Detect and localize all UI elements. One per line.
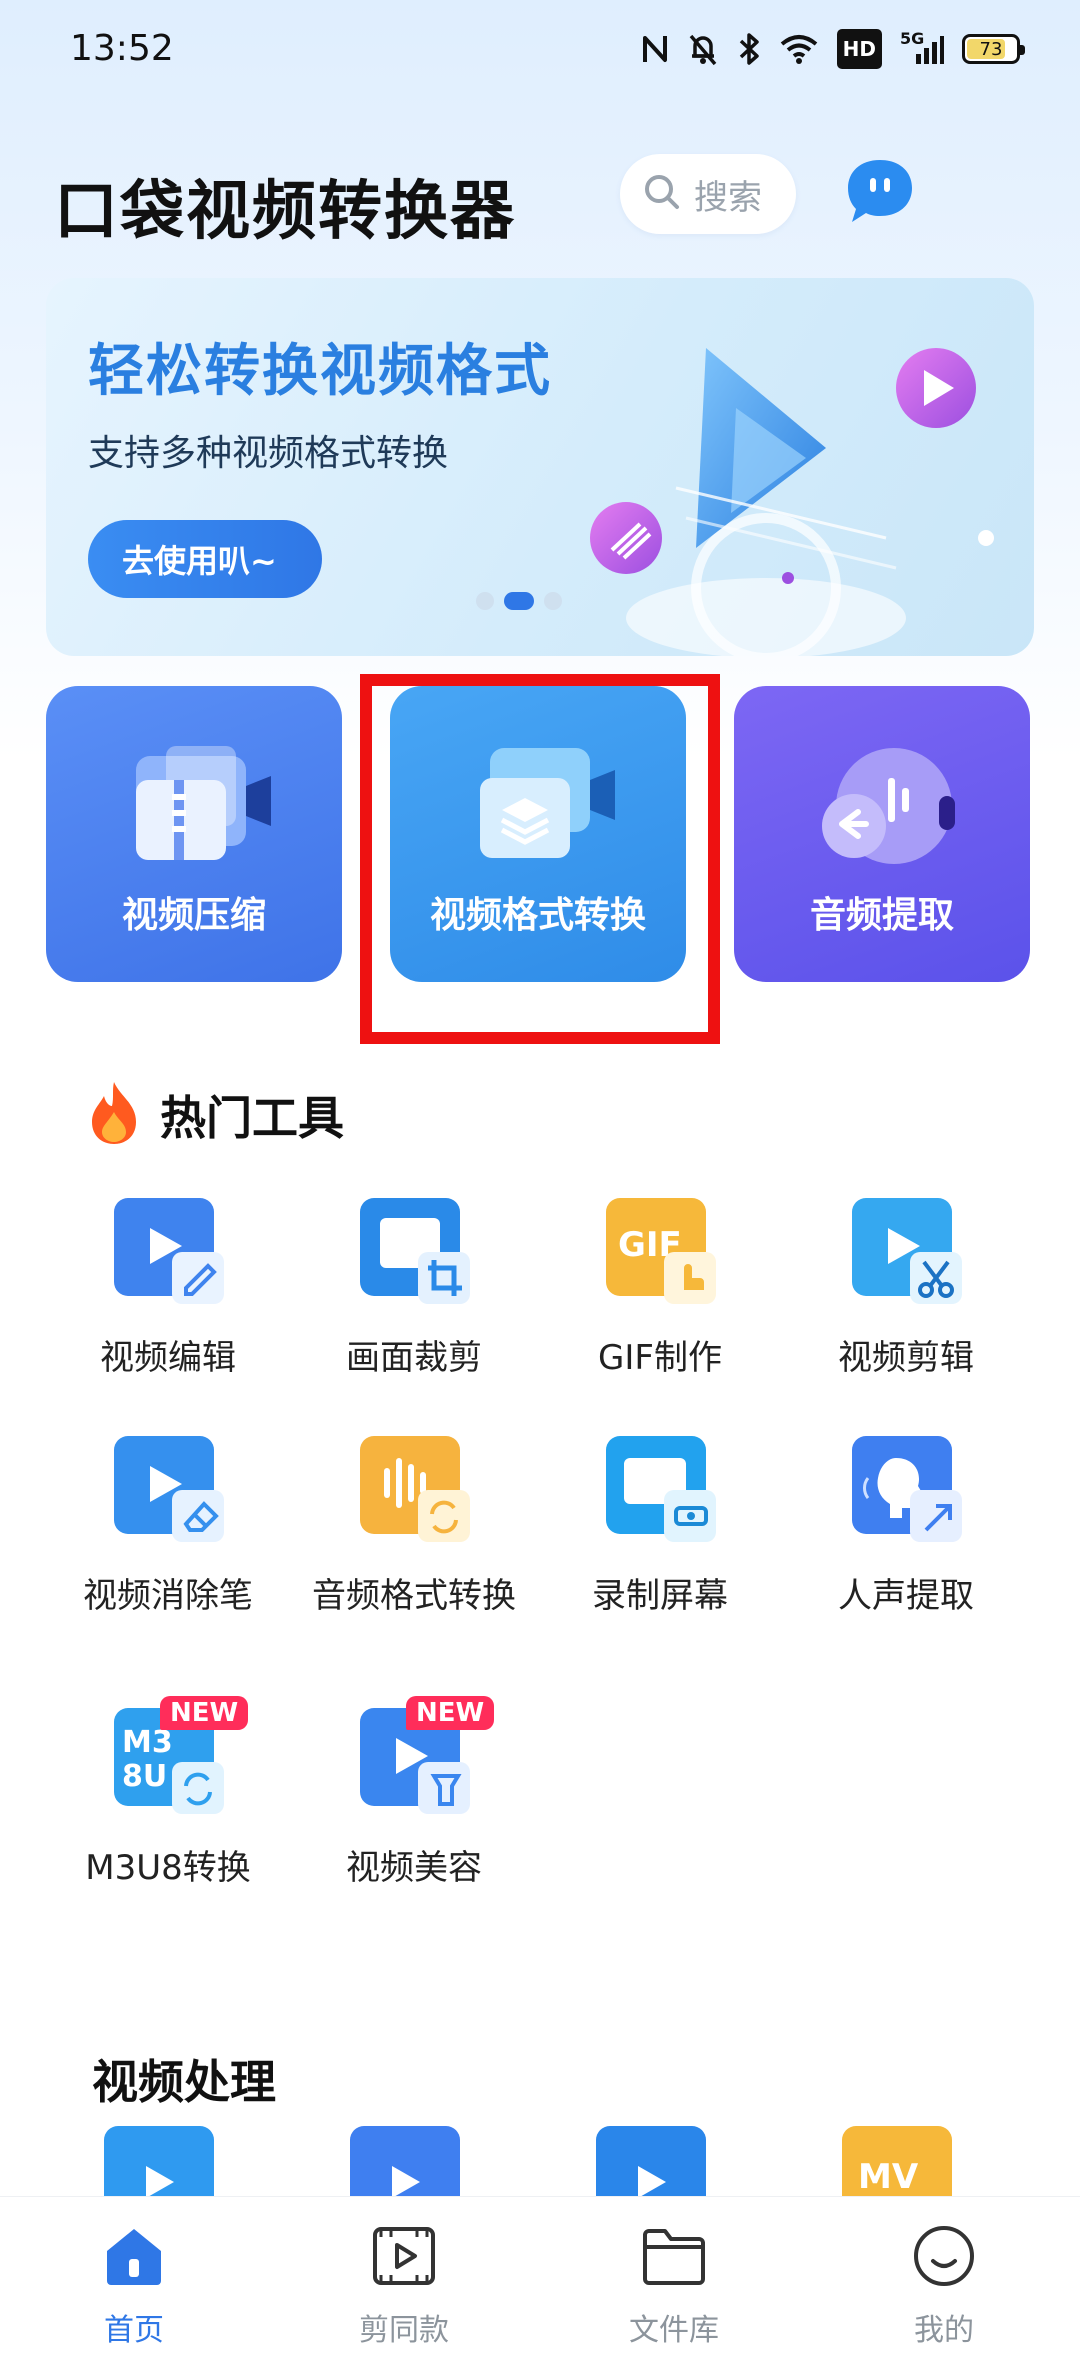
tool-m3u8[interactable]: M3 8U NEW M3U8转换 [48,1696,288,1920]
chat-bubble-icon [842,154,918,234]
tool-label: 录制屏幕 [592,1576,728,1616]
tool-label: GIF制作 [598,1338,722,1378]
app-title: 口袋视频转换器 [54,175,516,249]
nav-template[interactable]: 剪同款 [314,2221,494,2351]
tool-audio-convert[interactable]: 音频格式转换 [294,1428,534,1648]
nav-label: 剪同款 [359,2313,449,2348]
video-edit-icon [114,1198,224,1304]
eraser-icon [114,1436,224,1542]
network-type-label: 5G [900,29,925,48]
nav-home[interactable]: 首页 [44,2221,224,2351]
tool-video-cut[interactable]: 视频剪辑 [786,1190,1026,1410]
video-play-icon [596,2126,706,2196]
wifi-icon [779,29,819,69]
feature-label: 音频提取 [809,895,954,936]
nav-label: 我的 [914,2313,974,2348]
search-placeholder: 搜索 [694,177,762,218]
hd-icon: HD [836,29,882,69]
feature-audio-extract[interactable]: 音频提取 [734,686,1030,982]
hot-tools-header: 热门工具 [84,1078,344,1152]
crop-icon [360,1198,470,1304]
bluetooth-icon [737,29,761,69]
svg-text:MV: MV [858,2157,919,2196]
video-play-icon [104,2126,214,2196]
processing-tool-4[interactable]: MV [842,2126,952,2196]
feature-label: 视频压缩 [121,895,266,936]
tool-crop[interactable]: 画面裁剪 [294,1190,534,1410]
banner-subtitle: 支持多种视频格式转换 [88,433,449,474]
message-button[interactable] [840,154,920,234]
tool-screen-record[interactable]: 录制屏幕 [540,1428,780,1648]
banner-title: 轻松转换视频格式 [88,339,552,404]
smile-icon [914,2226,974,2286]
signal-icon: 5G [900,29,944,69]
tool-label: 视频编辑 [100,1338,236,1378]
status-time: 13:52 [70,28,174,69]
nav-profile[interactable]: 我的 [854,2221,1034,2351]
svg-text:M3: M3 [122,1725,173,1760]
tool-eraser[interactable]: 视频消除笔 [48,1428,288,1648]
video-play-icon [350,2126,460,2196]
tool-label: 视频剪辑 [838,1338,974,1378]
audio-convert-icon [360,1436,470,1542]
processing-tool-3[interactable] [596,2126,706,2196]
nav-label: 首页 [104,2313,164,2348]
voice-extract-icon [852,1436,962,1542]
pagination-dot-active [504,592,534,610]
nav-label: 文件库 [629,2313,719,2348]
new-badge: NEW [406,1696,495,1730]
tool-video-edit[interactable]: 视频编辑 [48,1190,288,1410]
search-icon [642,172,682,216]
tool-voice-extract[interactable]: 人声提取 [786,1428,1026,1648]
banner-use-button[interactable]: 去使用叭~ [88,520,322,598]
zip-video-icon [136,746,271,860]
hot-tools-title: 热门工具 [160,1091,344,1145]
battery-icon: 73 [962,34,1025,64]
tool-label: 画面裁剪 [346,1338,482,1378]
promo-banner[interactable]: 轻松转换视频格式 支持多种视频格式转换 去使用叭~ [46,278,1034,656]
tool-label: M3U8转换 [85,1848,251,1888]
tool-label: 音频格式转换 [312,1576,516,1616]
gif-icon: GIF [606,1198,716,1304]
search-input[interactable]: 搜索 [620,154,796,234]
home-icon [107,2229,161,2285]
screen-record-icon [606,1436,716,1542]
processing-tool-2[interactable] [350,2126,460,2196]
folder-icon [643,2229,705,2285]
audio-extract-icon [822,748,955,864]
tool-label: 视频美容 [346,1848,482,1888]
play-3d-illustration-icon [590,348,994,656]
video-processing-title: 视频处理 [92,2055,276,2109]
film-icon [373,2227,435,2285]
nav-files[interactable]: 文件库 [584,2221,764,2351]
mute-icon [687,29,719,69]
tool-video-beauty[interactable]: NEW 视频美容 [294,1696,534,1920]
svg-text:8U: 8U [122,1759,167,1794]
new-badge: NEW [160,1696,249,1730]
tool-gif[interactable]: GIF GIF制作 [540,1190,780,1410]
status-bar: 13:52 HD 5G 73 [0,0,1080,100]
processing-tool-1[interactable] [104,2126,214,2196]
bottom-nav: 首页 剪同款 文件库 我的 [0,2196,1080,2370]
status-icons: HD 5G 73 [641,26,1025,72]
highlight-box [360,674,720,1044]
fire-icon [84,1078,144,1152]
video-cut-icon [852,1198,962,1304]
banner-pagination [476,592,562,610]
nfc-icon [641,29,669,69]
feature-video-compress[interactable]: 视频压缩 [46,686,342,982]
mv-icon: MV [842,2126,952,2196]
pagination-dot [544,592,562,610]
tool-label: 人声提取 [838,1576,974,1616]
battery-level: 73 [979,38,1003,60]
tool-label: 视频消除笔 [83,1576,253,1616]
pagination-dot [476,592,494,610]
